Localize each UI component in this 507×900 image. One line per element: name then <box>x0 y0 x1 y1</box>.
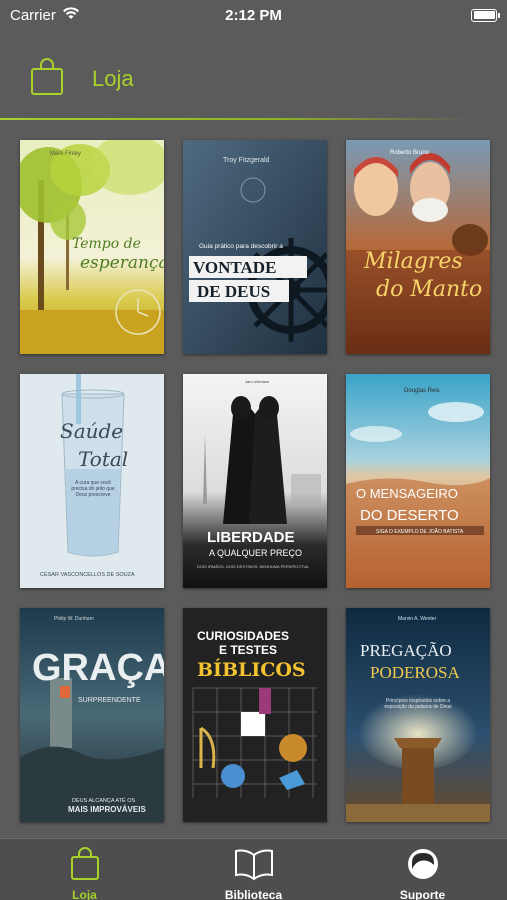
book-cover-tempo-de-esperanca[interactable]: Mark Finley Tempo de esperança <box>20 140 164 354</box>
book8-title-3: BÍBLICOS <box>197 658 306 681</box>
book2-title-2: DE DEUS <box>197 282 270 301</box>
open-book-icon <box>234 847 274 886</box>
book4-title-1: Saúde <box>60 419 123 443</box>
book-cover-curiosidades-biblicos[interactable]: CURIOSIDADES E TESTES BÍBLICOS <box>183 608 327 822</box>
tab-loja[interactable]: Loja <box>25 847 145 900</box>
book7-title-2: SURPREENDENTE <box>78 697 141 704</box>
book5-title-1: LIBERDADE <box>207 529 295 546</box>
book6-author: Douglas Reis <box>404 388 440 394</box>
tab-bar: Loja Biblioteca Suporte <box>0 838 507 900</box>
support-headset-icon <box>406 847 440 886</box>
status-time: 2:12 PM <box>225 6 282 24</box>
book3-title-2: do Manto <box>376 277 482 302</box>
book-cover-pregacao-poderosa[interactable]: Marvin A. Wenter PREGAÇÃO PODEROSA Princ… <box>346 608 490 822</box>
book-cover-liberdade[interactable]: Jan Lehmann LIBERDADE A QUALQUER PREÇO D… <box>183 374 327 588</box>
shopping-bag-icon <box>30 57 64 101</box>
book5-title-2: A QUALQUER PREÇO <box>209 548 302 558</box>
status-bar: Carrier 2:12 PM <box>0 0 507 30</box>
book7-tagline-1: DEUS ALCANÇA ATÉ OS <box>72 797 136 804</box>
book7-title-1: GRAÇA <box>32 647 164 689</box>
page-title: Loja <box>92 66 134 91</box>
book9-author: Marvin A. Wenter <box>398 616 437 622</box>
book4-author: CESAR VASCONCELLOS DE SOUZA <box>40 572 135 578</box>
book-cover-vontade-de-deus[interactable]: Troy Fitzgerald Guia prático para descob… <box>183 140 327 354</box>
book3-author: Roberto Bruno <box>390 150 430 156</box>
store-header: Loja <box>0 40 507 118</box>
book2-author: Troy Fitzgerald <box>223 157 270 164</box>
tab-loja-label: Loja <box>72 888 97 900</box>
book-cover-graca[interactable]: Philip W. Dunham GRAÇA SURPREENDENTE DEU… <box>20 608 164 822</box>
tab-biblioteca[interactable]: Biblioteca <box>194 847 314 900</box>
book9-tagline: Princípios inspirados sobre a exposição … <box>384 698 452 710</box>
shopping-bag-icon <box>70 847 100 886</box>
book-cover-mensageiro-do-deserto[interactable]: Douglas Reis O MENSAGEIRO DO DESERTO SIG… <box>346 374 490 588</box>
book-grid: Mark Finley Tempo de esperança Troy Fitz… <box>20 140 490 822</box>
book9-title-1: PREGAÇÃO <box>360 641 452 660</box>
book4-tagline: A cura que você precisa do jeito que Deu… <box>71 480 115 498</box>
book6-title-2: DO DESERTO <box>360 507 459 524</box>
book1-title-1: Tempo de <box>72 236 141 252</box>
book3-title-1: Milagres <box>363 249 463 274</box>
book1-title-2: esperança <box>80 253 164 273</box>
book-cover-saude-total[interactable]: Saúde Total A cura que você precisa do j… <box>20 374 164 588</box>
book7-tagline-2: MAIS IMPROVÁVEIS <box>68 805 146 814</box>
book7-author: Philip W. Dunham <box>54 616 94 622</box>
book6-title-1: O MENSAGEIRO <box>356 486 458 501</box>
book5-tagline: DOIS IRMÃOS. DOIS DESTINOS. NENHUMA PERS… <box>197 564 309 569</box>
header-divider <box>0 118 470 120</box>
tab-biblioteca-label: Biblioteca <box>224 888 283 900</box>
book4-title-2: Total <box>78 447 128 471</box>
book2-subtitle: Guia prático para descobrir a <box>199 243 283 250</box>
book9-title-2: PODEROSA <box>370 663 460 682</box>
tab-suporte-label: Suporte <box>399 888 446 900</box>
tab-suporte[interactable]: Suporte <box>363 847 483 900</box>
book5-author: Jan Lehmann <box>245 379 269 384</box>
book8-title-1: CURIOSIDADES <box>197 629 289 643</box>
book-cover-milagres-do-manto[interactable]: Roberto Bruno Milagres do Manto <box>346 140 490 354</box>
battery-icon <box>471 8 500 22</box>
book1-author: Mark Finley <box>50 151 81 157</box>
book6-tagline: SIGA O EXEMPLO DE JOÃO BATISTA <box>376 528 464 535</box>
book2-title-1: VONTADE <box>193 258 276 277</box>
book8-title-2: E TESTES <box>219 643 277 657</box>
